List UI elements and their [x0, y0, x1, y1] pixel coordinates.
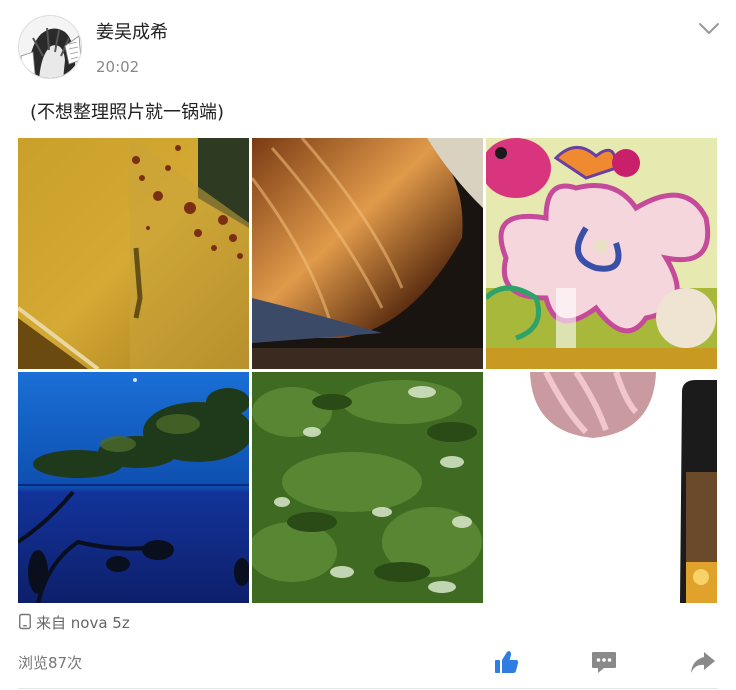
view-count: 浏览87次 — [18, 654, 83, 672]
share-arrow-icon — [691, 652, 715, 673]
photo-hair-closeup[interactable] — [252, 138, 483, 369]
feed-post: 姜吴成希 20:02 (不想整理照片就一锅端) 来自 nova 5z 浏览87次 — [0, 0, 736, 690]
comment-button[interactable] — [590, 648, 618, 676]
photo-avatar-and-phone[interactable] — [486, 372, 717, 603]
avatar[interactable] — [18, 15, 82, 79]
device-label: 来自 nova 5z — [36, 614, 130, 632]
device-info: 来自 nova 5z — [18, 612, 130, 634]
post-text: (不想整理照片就一锅端) — [30, 102, 225, 123]
comment-icon — [592, 652, 616, 673]
like-button[interactable] — [492, 648, 520, 676]
divider — [18, 688, 718, 689]
photo-cartoon-flower-drawing[interactable] — [486, 138, 717, 369]
chevron-down-icon[interactable] — [696, 18, 722, 40]
share-button[interactable] — [689, 648, 717, 676]
phone-icon — [18, 613, 32, 634]
thumbs-up-icon — [495, 651, 519, 673]
author-name[interactable]: 姜吴成希 — [96, 20, 168, 46]
avatar-image — [19, 16, 81, 78]
photo-rusty-wall[interactable] — [18, 138, 249, 369]
photo-green-leaves[interactable] — [252, 372, 483, 603]
photo-tree-blue-sky[interactable] — [18, 372, 249, 603]
post-time: 20:02 — [96, 58, 140, 76]
